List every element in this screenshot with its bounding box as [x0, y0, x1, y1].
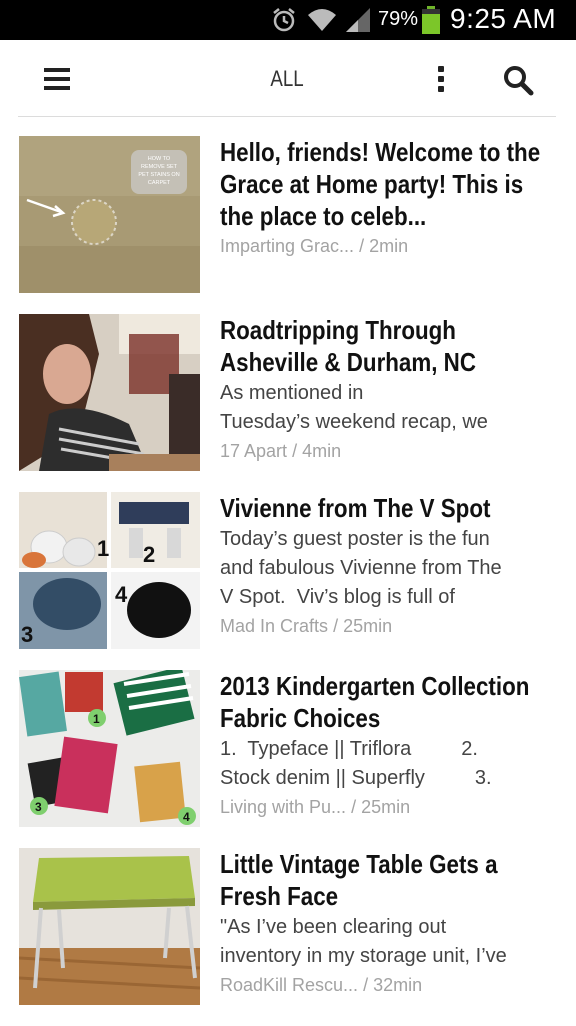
- signal-icon: [346, 8, 370, 32]
- article-read-time: 4min: [302, 441, 342, 461]
- meta-separator: /: [363, 975, 369, 995]
- article-thumbnail: 1 3 4: [19, 670, 200, 827]
- article-thumbnail: HOW TO REMOVE SET PET STAINS ON CARPET: [19, 136, 200, 293]
- thumb-number: 4: [183, 810, 190, 824]
- article-snippet: Today’s guest poster is the fun and fabu…: [220, 528, 502, 608]
- svg-text:HOW TO: HOW TO: [148, 156, 171, 162]
- article-headline: Vivienne from The V Spot: [220, 493, 491, 523]
- article-item[interactable]: 1 3 4 2013 Kindergarten Collection Fabri…: [18, 670, 558, 848]
- article-headline: 2013 Kindergarten Collection Fabric Choi…: [220, 671, 530, 733]
- app-toolbar: ALL: [18, 40, 556, 117]
- page-title: ALL: [270, 66, 304, 91]
- alarm-icon: [273, 8, 295, 32]
- article-read-time: 2min: [369, 236, 409, 256]
- article-item[interactable]: 1 2 3 4 Vivienne from The V Spot Today’s…: [18, 492, 558, 670]
- clock: 9:25 AM: [450, 3, 557, 34]
- thumb-number: 3: [35, 800, 42, 814]
- article-meta: Mad In Crafts / 25min: [220, 614, 556, 638]
- article-snippet: 1. Typeface || Triflora 2. Stock denim |…: [220, 738, 492, 789]
- article-source: Imparting Grac...: [220, 236, 355, 256]
- svg-text:PET STAINS ON: PET STAINS ON: [138, 172, 179, 178]
- article-read-time: 32min: [373, 975, 423, 995]
- overflow-menu-icon[interactable]: [438, 66, 446, 94]
- battery-icon: [422, 6, 440, 34]
- meta-separator: /: [292, 441, 298, 461]
- article-item[interactable]: Little Vintage Table Gets a Fresh Face "…: [18, 848, 558, 1026]
- thumb-number: 3: [21, 622, 33, 647]
- article-source: Mad In Crafts: [220, 616, 329, 636]
- thumb-number: 1: [97, 536, 109, 561]
- thumb-number: 4: [115, 582, 128, 607]
- article-feed: HOW TO REMOVE SET PET STAINS ON CARPET H…: [18, 136, 558, 1026]
- status-bar: 79% 9:25 AM: [0, 0, 576, 40]
- article-headline: Hello, friends! Welcome to the Grace at …: [220, 137, 541, 231]
- article-source: Living with Pu...: [220, 797, 347, 817]
- article-item[interactable]: HOW TO REMOVE SET PET STAINS ON CARPET H…: [18, 136, 558, 314]
- article-snippet: As mentioned in Tuesday’s weekend recap,…: [220, 382, 488, 433]
- article-meta: 17 Apart / 4min: [220, 439, 556, 463]
- article-read-time: 25min: [343, 616, 393, 636]
- thumb-number: 2: [143, 542, 155, 567]
- article-thumbnail: [19, 314, 200, 471]
- article-item[interactable]: Roadtripping Through Asheville & Durham,…: [18, 314, 558, 492]
- article-source: 17 Apart: [220, 441, 288, 461]
- wifi-icon: [308, 9, 336, 31]
- article-snippet: "As I’ve been clearing out inventory in …: [220, 916, 507, 967]
- article-thumbnail: [19, 848, 200, 1005]
- article-read-time: 25min: [361, 797, 411, 817]
- svg-text:CARPET: CARPET: [148, 180, 171, 186]
- article-thumbnail: 1 2 3 4: [19, 492, 200, 649]
- meta-separator: /: [333, 616, 339, 636]
- thumb-number: 1: [93, 712, 100, 726]
- article-meta: Living with Pu... / 25min: [220, 795, 556, 819]
- meta-separator: /: [359, 236, 365, 256]
- search-icon[interactable]: [502, 64, 534, 96]
- article-headline: Little Vintage Table Gets a Fresh Face: [220, 849, 498, 911]
- meta-separator: /: [351, 797, 357, 817]
- article-meta: Imparting Grac... / 2min: [220, 234, 556, 258]
- svg-text:REMOVE SET: REMOVE SET: [141, 164, 178, 170]
- article-source: RoadKill Rescu...: [220, 975, 359, 995]
- battery-percent: 79%: [378, 8, 419, 30]
- article-meta: RoadKill Rescu... / 32min: [220, 973, 556, 997]
- article-headline: Roadtripping Through Asheville & Durham,…: [220, 315, 476, 377]
